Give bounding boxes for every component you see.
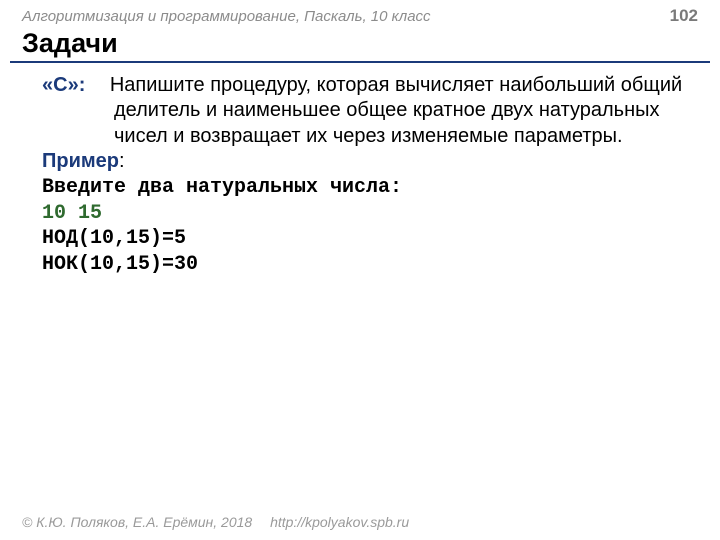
code-input: 10 15 — [42, 202, 102, 225]
task-block: «C»: «C»: Напишите процедуру, которая вы… — [42, 73, 690, 149]
footer-url: http://kpolyakov.spb.ru — [270, 514, 409, 530]
footer: © К.Ю. Поляков, Е.А. Ерёмин, 2018 http:/… — [22, 514, 409, 530]
code-block: Введите два натуральных числа: 10 15 НОД… — [42, 175, 690, 277]
header-bar: Алгоритмизация и программирование, Паска… — [0, 0, 720, 28]
page-title: Задачи — [10, 28, 710, 63]
example-colon: : — [119, 150, 125, 172]
task-text-body: «C»: Напишите процедуру, которая вычисля… — [114, 73, 690, 150]
code-output-2: НОК(10,15)=30 — [42, 253, 198, 276]
course-title: Алгоритмизация и программирование, Паска… — [22, 8, 431, 25]
content-area: «C»: «C»: Напишите процедуру, которая вы… — [0, 69, 720, 277]
task-text-content: Напишите процедуру, которая вычисляет на… — [110, 74, 682, 147]
example-label: Пример — [42, 150, 119, 172]
code-output-1: НОД(10,15)=5 — [42, 227, 186, 250]
footer-copyright: © К.Ю. Поляков, Е.А. Ерёмин, 2018 — [22, 514, 252, 530]
example-block: Пример: — [42, 149, 690, 175]
code-prompt: Введите два натуральных числа: — [42, 176, 402, 199]
page-number: 102 — [670, 6, 698, 26]
